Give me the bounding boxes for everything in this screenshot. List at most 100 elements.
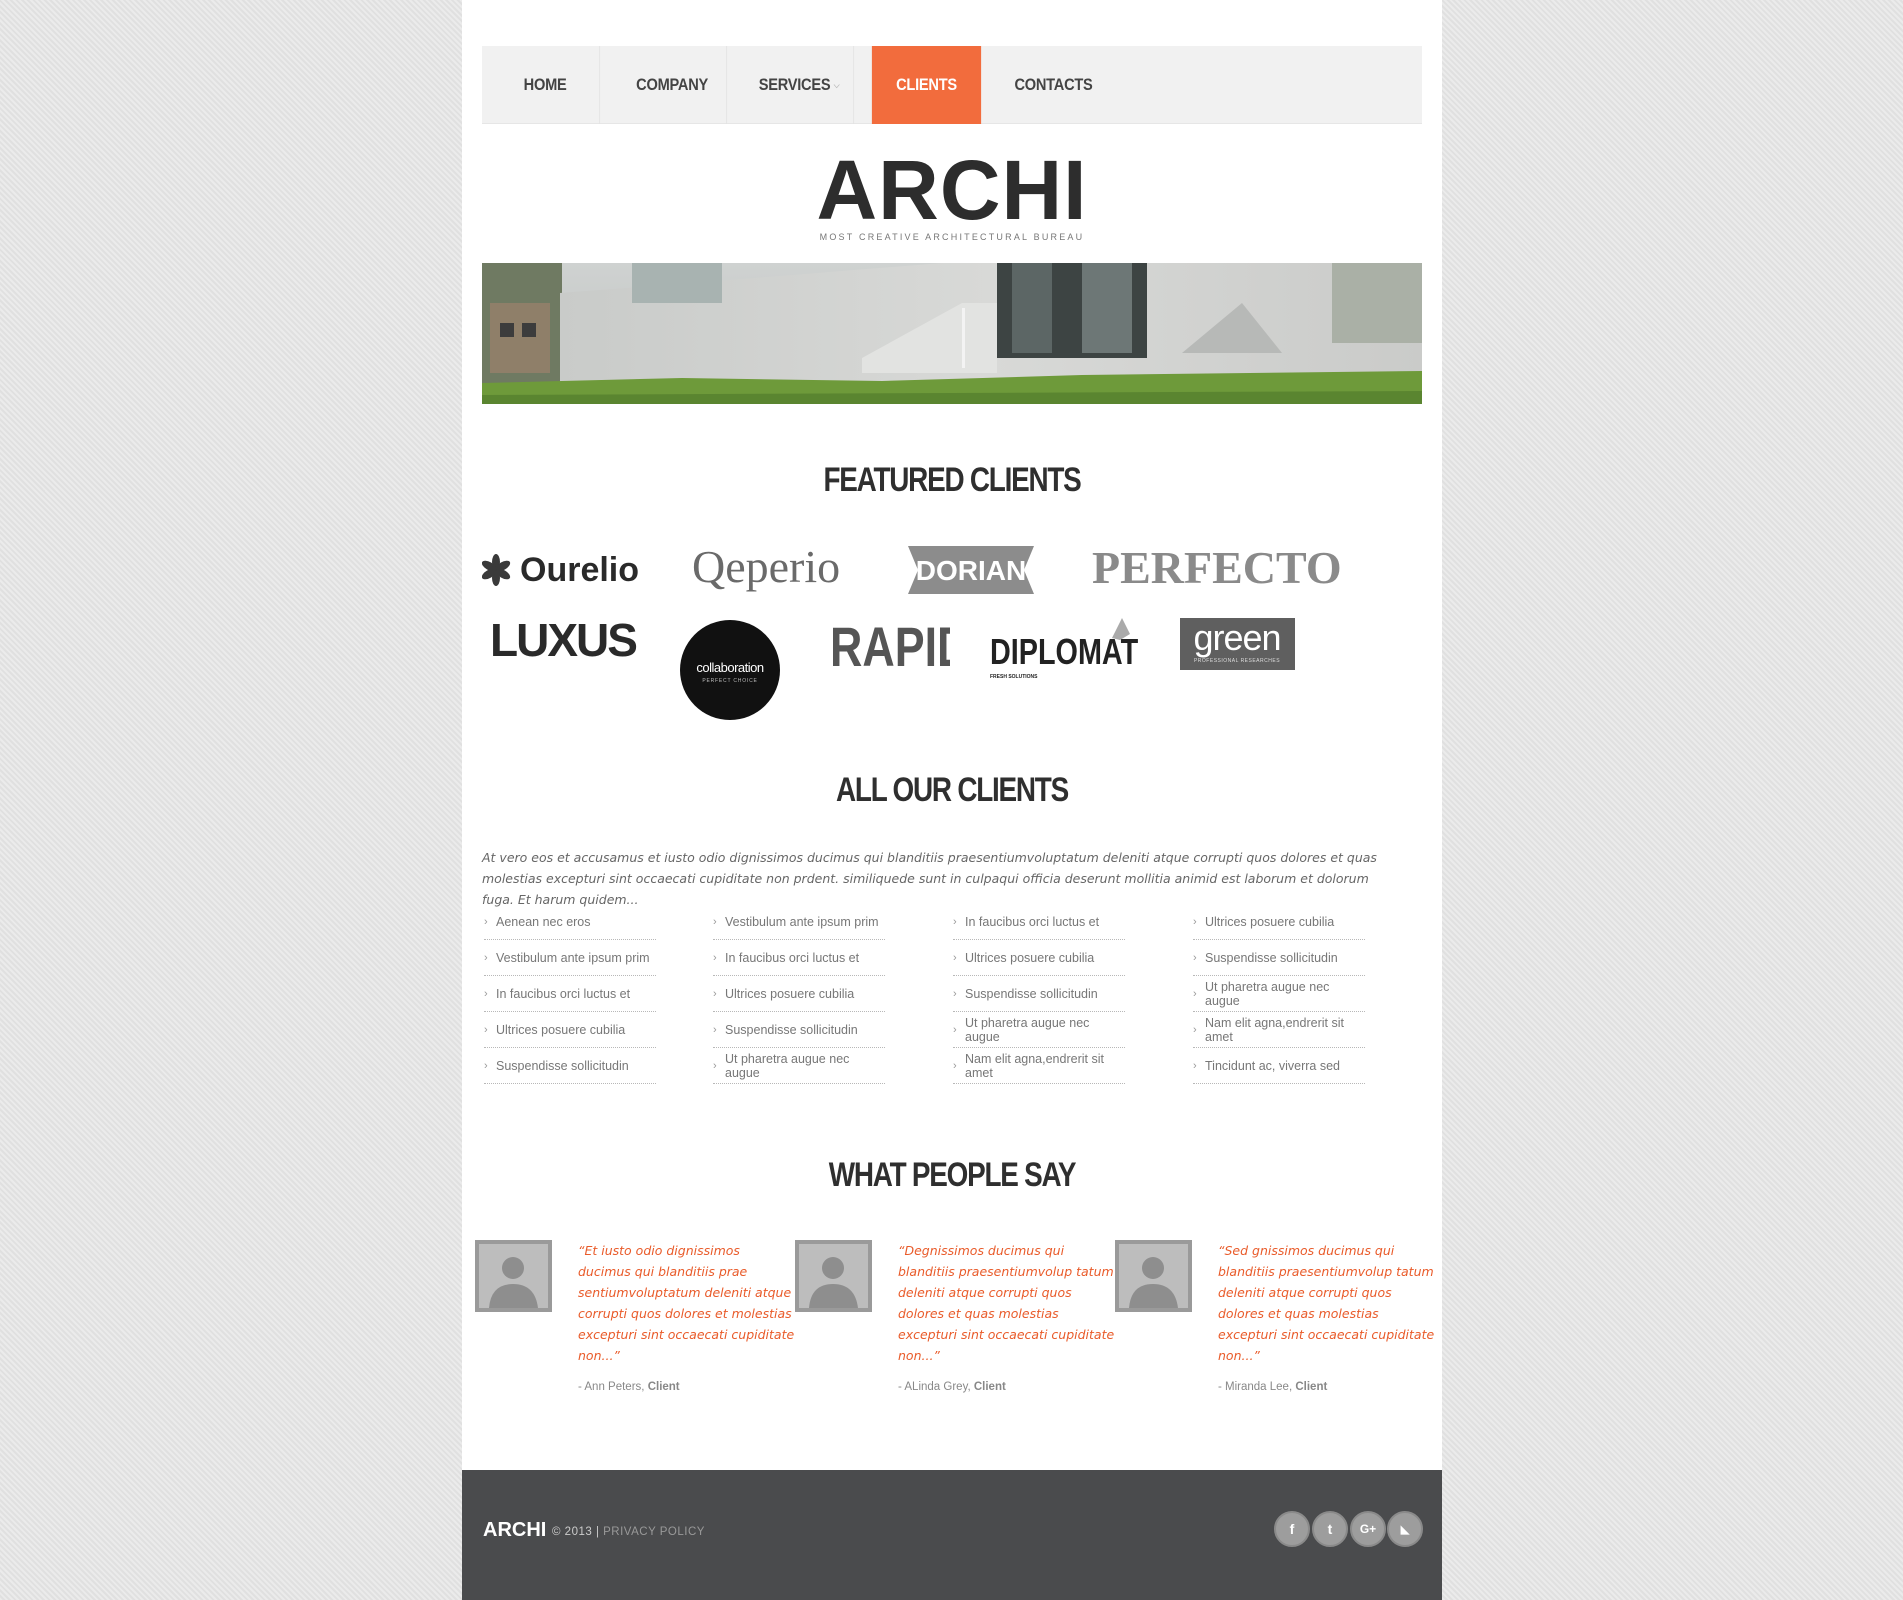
nav-contacts-label: CONTACTS (1014, 75, 1093, 94)
logo-text-dorian: DORIAN (916, 555, 1026, 586)
chevron-right-icon: › (484, 1024, 488, 1036)
client-logo-dorian[interactable]: DORIAN (908, 546, 1034, 599)
chevron-down-icon: ⌵ (833, 79, 840, 90)
chevron-right-icon: › (484, 988, 488, 1000)
testimonial-quote: “Sed gnissimos ducimus qui blanditiis pr… (1218, 1243, 1435, 1363)
main-navigation: HOME COMPANY SERVICES ⌵ CLIENTS CONTACTS (482, 46, 1422, 124)
rss-icon[interactable]: ◣ (1387, 1511, 1423, 1547)
list-item[interactable]: › Ut pharetra augue nec augue (1193, 976, 1365, 1012)
logo-text-qeperio: Qeperio (692, 541, 840, 592)
all-clients-heading: ALL OUR CLIENTS (836, 771, 1069, 809)
list-item[interactable]: › Suspendisse sollicitudin (713, 1012, 885, 1048)
logo-text-collaboration: collaboration (696, 660, 763, 675)
client-logo-rapid[interactable]: RAPID (830, 614, 969, 678)
client-logo-green[interactable]: green PROFESSIONAL RESEARCHES (1180, 617, 1295, 675)
list-item[interactable]: › Ultrices posuere cubilia (953, 940, 1125, 976)
chevron-right-icon: › (1193, 988, 1197, 1000)
list-item[interactable]: › Ut pharetra augue nec augue (713, 1048, 885, 1084)
chevron-right-icon: › (953, 988, 957, 1000)
clients-list-column-1: › Aenean nec eros › Vestibulum ante ipsum … (482, 904, 662, 1084)
list-item[interactable]: › Vestibulum ante ipsum prim (713, 904, 885, 940)
list-item[interactable]: › Nam elit agna,endrerit sit amet (953, 1048, 1125, 1084)
chevron-right-icon: › (1193, 1024, 1197, 1036)
client-logo-perfecto[interactable]: PERFECTO (1092, 541, 1342, 598)
client-logo-collaboration[interactable]: collaboration PERFECT CHOICE (680, 620, 780, 725)
avatar (795, 1240, 872, 1312)
list-item[interactable]: › Vestibulum ante ipsum prim (484, 940, 656, 976)
logo-text-perfecto: PERFECTO (1092, 542, 1342, 593)
nav-contacts[interactable]: CONTACTS (999, 46, 1108, 124)
chevron-right-icon: › (713, 916, 717, 928)
list-item[interactable]: › In faucibus orci luctus et (484, 976, 656, 1012)
chevron-right-icon: › (713, 952, 717, 964)
footer-logo[interactable]: ARCHI (483, 1519, 546, 1542)
nav-home[interactable]: HOME (491, 46, 601, 124)
nav-company[interactable]: COMPANY (618, 46, 728, 124)
facebook-icon[interactable]: f (1274, 1511, 1310, 1547)
nav-clients[interactable]: CLIENTS (871, 46, 982, 124)
chevron-right-icon: › (1193, 952, 1197, 964)
avatar (475, 1240, 552, 1312)
featured-clients-heading: FEATURED CLIENTS (823, 461, 1081, 499)
list-item[interactable]: › Suspendisse sollicitudin (1193, 940, 1365, 976)
testimonial-quote: “Et iusto odio dignissimos ducimus qui b… (578, 1243, 795, 1363)
list-item[interactable]: › Ultrices posuere cubilia (484, 1012, 656, 1048)
chevron-right-icon: › (953, 1060, 957, 1072)
list-item[interactable]: › In faucibus orci luctus et (953, 904, 1125, 940)
client-logo-qeperio[interactable]: Qeperio (692, 540, 862, 611)
list-item[interactable]: › Suspendisse sollicitudin (484, 1048, 656, 1084)
logo-text-green: green (1193, 618, 1280, 658)
testimonial-author: - ALinda Grey, Client (898, 1381, 1006, 1393)
footer: ARCHI © 2013 | PRIVACY POLICY f t G+ ◣ (462, 1470, 1442, 1600)
logo-subtext-green: PROFESSIONAL RESEARCHES (1194, 658, 1280, 664)
logo-subtext-diplomat: FRESH SOLUTIONS (990, 674, 1038, 680)
list-item[interactable]: › Tincidunt ac, viverra sed (1193, 1048, 1365, 1084)
clients-list-column-4: › Ultrices posuere cubilia › Suspendisse s… (1191, 904, 1371, 1084)
list-item[interactable]: › Ultrices posuere cubilia (713, 976, 885, 1012)
nav-services-label: SERVICES (758, 75, 831, 94)
nav-company-label: COMPANY (636, 75, 708, 94)
list-item[interactable]: › Nam elit agna,endrerit sit amet (1193, 1012, 1365, 1048)
chevron-right-icon: › (713, 1024, 717, 1036)
list-item[interactable]: › Ut pharetra augue nec augue (953, 1012, 1125, 1048)
chevron-right-icon: › (713, 1060, 717, 1072)
chevron-right-icon: › (1193, 1060, 1197, 1072)
privacy-policy-link[interactable]: PRIVACY POLICY (603, 1526, 705, 1538)
hero-image (482, 263, 1422, 404)
site-logo[interactable]: ARCHI (462, 148, 1442, 232)
hero-building-illustration (482, 263, 1422, 404)
chevron-right-icon: › (484, 916, 488, 928)
testimonials-heading: WHAT PEOPLE SAY (828, 1156, 1077, 1194)
site-tagline: MOST CREATIVE ARCHITECTURAL BUREAU (819, 232, 1085, 242)
avatar (1115, 1240, 1192, 1312)
chevron-right-icon: › (953, 952, 957, 964)
client-logo-luxus[interactable]: LUXUS (490, 614, 640, 669)
list-item[interactable]: › Suspendisse sollicitudin (953, 976, 1125, 1012)
clients-list-column-3: › In faucibus orci luctus et › Ultrices po… (951, 904, 1131, 1084)
google-plus-icon[interactable]: G+ (1350, 1511, 1386, 1547)
nav-home-label: HOME (523, 75, 567, 94)
page-container: HOME COMPANY SERVICES ⌵ CLIENTS CONTACTS … (462, 0, 1442, 1600)
testimonial-author: - Miranda Lee, Client (1218, 1381, 1328, 1393)
twitter-icon[interactable]: t (1312, 1511, 1348, 1547)
testimonial-quote: “Degnissimos ducimus qui blanditiis prae… (898, 1243, 1115, 1363)
testimonial-author: - Ann Peters, Client (578, 1381, 680, 1393)
logo-text-rapid: RAPID (830, 615, 950, 672)
logo-subtext-collaboration: PERFECT CHOICE (702, 678, 757, 684)
chevron-right-icon: › (953, 916, 957, 928)
all-clients-intro: At vero eos et accusamus et iusto odio d… (482, 850, 1377, 907)
chevron-right-icon: › (484, 952, 488, 964)
nav-clients-label: CLIENTS (896, 75, 957, 94)
client-logo-ourelio[interactable]: Ourelio (481, 548, 652, 597)
chevron-right-icon: › (1193, 916, 1197, 928)
logo-text-ourelio: Ourelio (520, 551, 639, 589)
logo-text-luxus: LUXUS (490, 614, 636, 664)
list-item[interactable]: › Ultrices posuere cubilia (1193, 904, 1365, 940)
chevron-right-icon: › (713, 988, 717, 1000)
clients-list-column-2: › Vestibulum ante ipsum prim › In faucibus… (711, 904, 891, 1084)
list-item[interactable]: › In faucibus orci luctus et (713, 940, 885, 976)
nav-services[interactable]: SERVICES ⌵ (745, 46, 855, 124)
chevron-right-icon: › (484, 1060, 488, 1072)
list-item[interactable]: › Aenean nec eros (484, 904, 656, 940)
client-logo-diplomat[interactable]: DIPLOMAT FRESH SOLUTIONS (990, 618, 1140, 685)
